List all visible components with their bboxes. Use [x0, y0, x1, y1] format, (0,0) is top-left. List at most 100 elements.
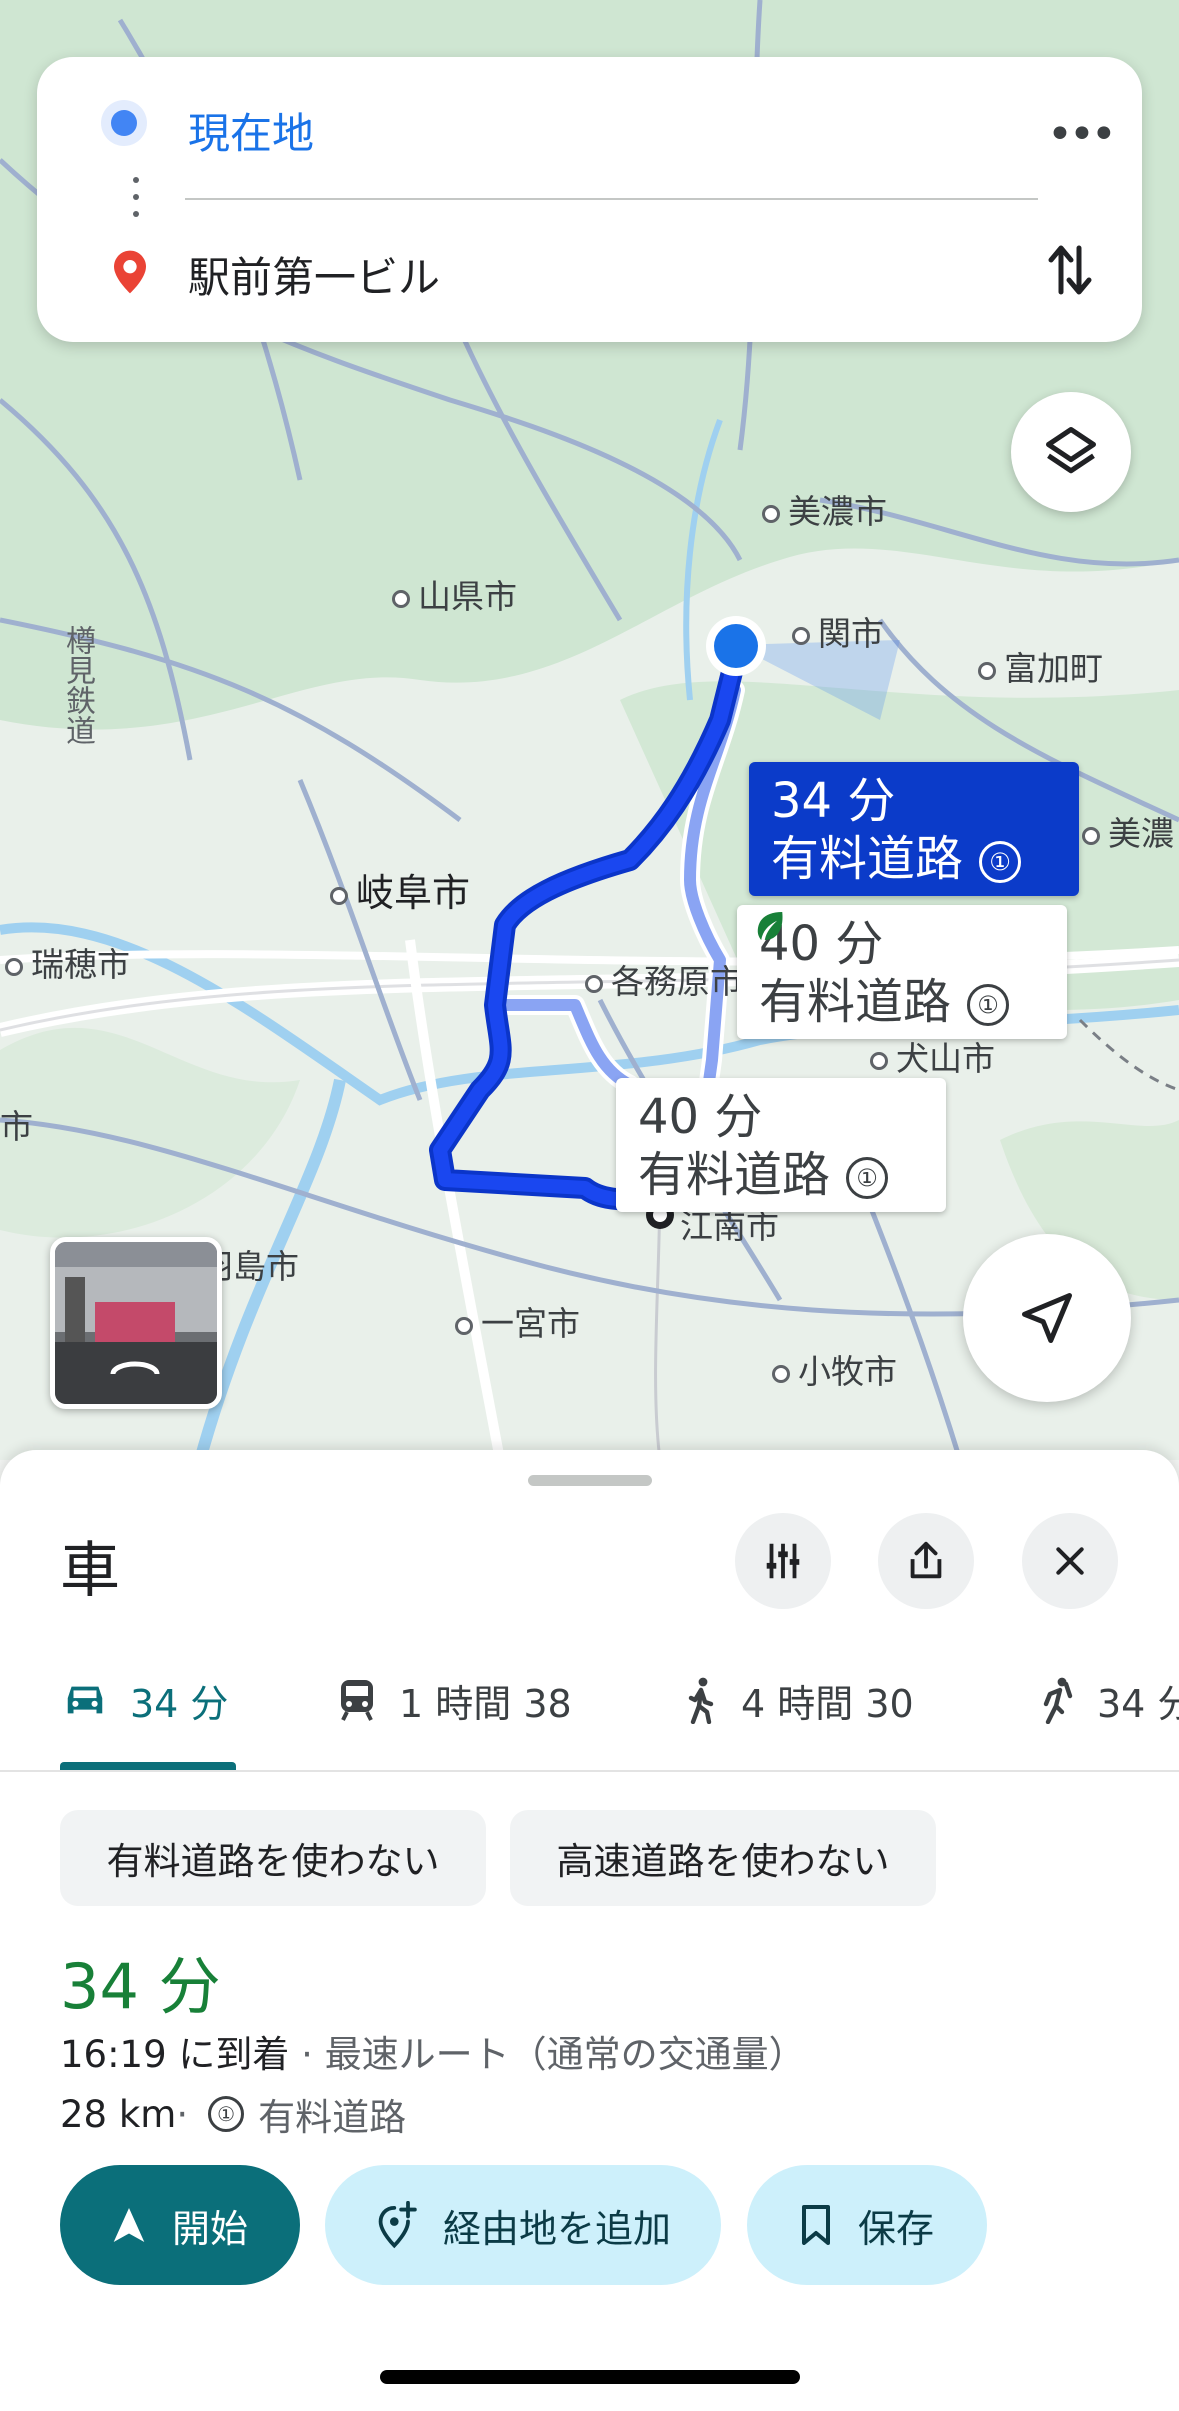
separator: ·	[289, 2033, 325, 2076]
navigation-icon	[113, 2208, 145, 2242]
place-gifu: 岐阜市	[330, 862, 470, 917]
place-inuyama: 犬山市	[870, 1032, 995, 1080]
place-yamagata-label: 山県市	[418, 577, 517, 616]
place-seki-label: 関市	[818, 614, 884, 653]
route-note: 有料道路	[771, 831, 964, 887]
close-button[interactable]	[1022, 1513, 1118, 1609]
start-navigation-button[interactable]: 開始	[60, 2165, 300, 2285]
route-connector-dots	[133, 177, 139, 232]
place-yamagata: 山県市	[392, 570, 517, 618]
place-kakamigahara-label: 各務原市	[611, 962, 743, 1001]
route-options-button[interactable]	[735, 1513, 831, 1609]
add-stop-button[interactable]: 経由地を追加	[325, 2165, 721, 2285]
place-edge-city-label: 市	[0, 1107, 33, 1146]
sheet-drag-handle[interactable]	[528, 1475, 652, 1486]
toll-icon: ①	[967, 984, 1010, 1026]
place-ichinomiya: 一宮市	[455, 1297, 580, 1345]
route-duration: 34 分	[771, 773, 896, 829]
toll-icon: ①	[846, 1157, 889, 1199]
place-mino2: 美濃	[1082, 807, 1174, 855]
route-duration: 40 分	[638, 1089, 763, 1145]
toll-icon: ①	[208, 2096, 245, 2132]
place-inuyama-label: 犬山市	[896, 1039, 995, 1078]
place-dot-icon	[5, 957, 23, 976]
arrival-time: 16:19 に到着	[60, 2033, 290, 2076]
origin-input[interactable]: 現在地	[188, 100, 314, 161]
travel-mode-tabs: 34 分 1 時間 38 4 時間 30 34 分	[0, 1650, 1179, 1760]
close-icon	[1056, 1547, 1084, 1575]
start-label: 開始	[171, 2206, 248, 2251]
street-view-thumbnail[interactable]	[50, 1237, 222, 1409]
origin-dot-icon	[111, 110, 137, 136]
swap-icon[interactable]	[1045, 240, 1095, 300]
toll-label: 有料道路	[258, 2096, 407, 2139]
tab-walk[interactable]: 4 時間 30	[683, 1650, 914, 1750]
place-mizuho: 瑞穂市	[5, 938, 130, 986]
active-tab-indicator	[60, 1762, 236, 1770]
home-indicator[interactable]	[380, 2370, 800, 2384]
arrival-line: 16:19 に到着 · 最速ルート（通常の交通量）	[60, 2024, 806, 2078]
navigation-arrow-icon	[1022, 1293, 1072, 1343]
place-dot-icon	[392, 589, 410, 608]
train-icon	[341, 1680, 373, 1721]
add-stop-label: 経由地を追加	[442, 2206, 671, 2251]
tab-transit[interactable]: 1 時間 38	[337, 1650, 572, 1750]
directions-search-card: 現在地 ••• 駅前第一ビル	[37, 57, 1142, 342]
share-icon	[910, 1541, 942, 1579]
place-dot-icon	[792, 626, 810, 645]
place-kakamigahara: 各務原市	[585, 955, 743, 1003]
route-option-selected[interactable]: 34 分 有料道路 ①	[749, 762, 1079, 896]
route-distance: 28 km	[60, 2092, 177, 2136]
toll-icon: ①	[979, 841, 1022, 883]
tab-ride-label: 34 分	[1097, 1681, 1179, 1726]
ride-icon	[1043, 1677, 1073, 1724]
place-seki: 関市	[792, 607, 884, 655]
inputs-divider	[185, 198, 1038, 200]
tabs-divider	[0, 1770, 1179, 1772]
save-label: 保存	[857, 2206, 934, 2251]
place-komaki: 小牧市	[772, 1345, 897, 1393]
car-icon	[67, 1686, 103, 1714]
tab-car-label: 34 分	[130, 1681, 229, 1726]
route-description: 最速ルート（通常の交通量）	[324, 2033, 806, 2076]
destination-pin-icon	[114, 250, 146, 294]
share-button[interactable]	[878, 1513, 974, 1609]
place-dot-icon	[978, 661, 996, 680]
add-location-icon	[378, 2201, 417, 2249]
route-option-alt[interactable]: 40 分 有料道路 ①	[616, 1078, 946, 1212]
place-tomika: 富加町	[978, 642, 1103, 690]
avoid-highways-chip[interactable]: 高速道路を使わない	[510, 1810, 936, 1906]
my-location-button[interactable]	[963, 1234, 1131, 1402]
tab-transit-label: 1 時間 38	[399, 1681, 572, 1726]
walk-icon	[688, 1677, 714, 1724]
place-dot-icon	[1082, 826, 1100, 845]
bookmark-icon	[801, 2205, 830, 2245]
separator: ·	[176, 2092, 189, 2136]
save-button[interactable]: 保存	[747, 2165, 987, 2285]
distance-line: 28 km · ① 有料道路	[60, 2087, 406, 2141]
route-note: 有料道路	[759, 974, 952, 1030]
layers-icon	[1046, 427, 1096, 474]
place-ichinomiya-label: 一宮市	[481, 1304, 580, 1343]
tab-car[interactable]: 34 分	[62, 1650, 228, 1750]
place-dot-icon	[455, 1316, 473, 1335]
route-duration-summary: 34 分	[60, 1950, 221, 2023]
route-option-eco[interactable]: 40 分 有料道路 ①	[737, 905, 1067, 1039]
railway-label: 樽見鉄道	[60, 625, 95, 745]
tab-ride[interactable]: 34 分	[1037, 1650, 1179, 1750]
avoid-tolls-chip[interactable]: 有料道路を使わない	[60, 1810, 486, 1906]
place-komaki-label: 小牧市	[798, 1352, 897, 1391]
more-options-icon[interactable]: •••	[1047, 113, 1117, 160]
layers-button[interactable]	[1011, 392, 1131, 512]
place-dot-icon	[772, 1364, 790, 1383]
place-dot-icon	[585, 974, 603, 993]
tab-walk-label: 4 時間 30	[741, 1681, 914, 1726]
avoid-tolls-label: 有料道路を使わない	[106, 1840, 440, 1883]
place-dot-icon	[762, 504, 780, 523]
place-mino2-label: 美濃	[1108, 814, 1174, 853]
route-note: 有料道路	[638, 1147, 831, 1203]
place-mizuho-label: 瑞穂市	[31, 945, 130, 984]
place-dot-icon	[870, 1051, 888, 1070]
destination-input[interactable]: 駅前第一ビル	[188, 244, 440, 305]
place-edge-city: 市	[0, 1100, 33, 1148]
